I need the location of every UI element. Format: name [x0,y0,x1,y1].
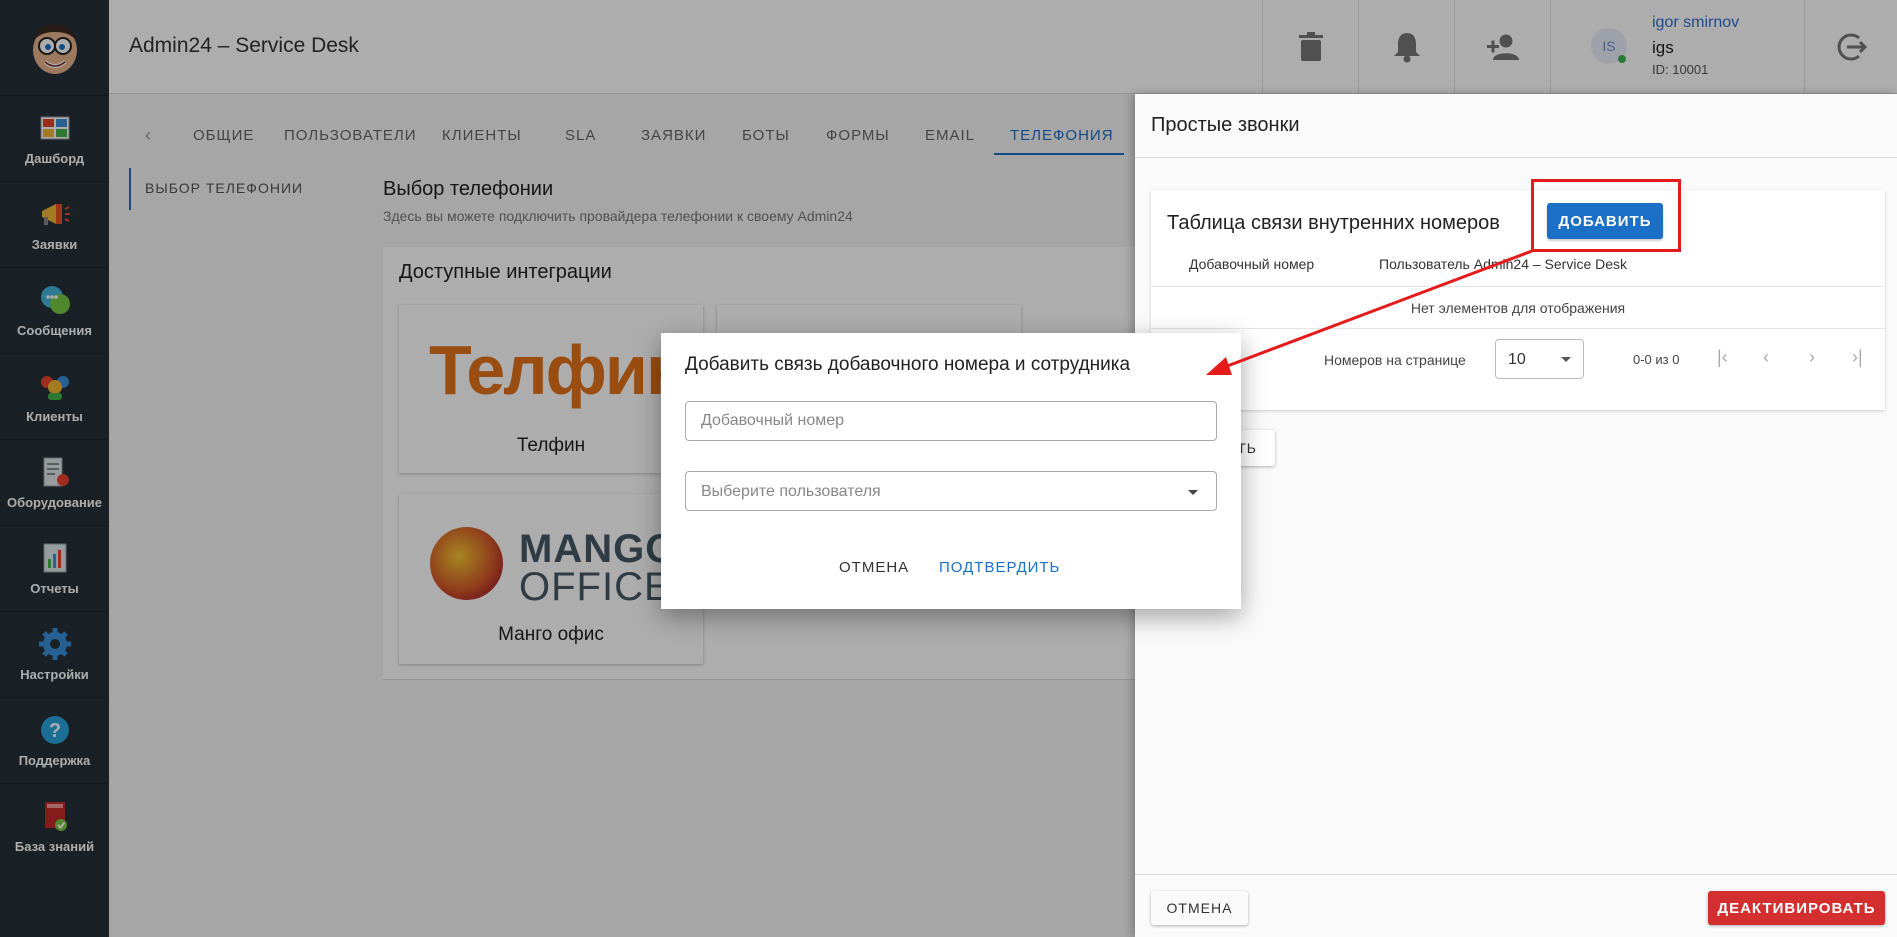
extension-number-input[interactable] [685,401,1217,441]
column-header-extension[interactable]: Добавочный номер [1189,256,1314,272]
user-select[interactable]: Выберите пользователя [685,471,1217,511]
last-page-icon[interactable]: ›| [1852,347,1863,368]
deactivate-button[interactable]: ДЕАКТИВИРОВАТЬ [1708,891,1885,925]
prev-page-icon[interactable]: ‹ [1763,347,1769,368]
chevron-down-icon [1561,357,1571,362]
divider [1151,328,1885,329]
dialog-title: Добавить связь добавочного номера и сотр… [685,354,1131,375]
per-page-select[interactable]: 10 [1495,339,1584,379]
dialog-confirm-button[interactable]: ПОДТВЕРДИТЬ [939,559,1060,576]
column-header-user[interactable]: Пользователь Admin24 – Service Desk [1379,256,1627,272]
table-title: Таблица связи внутренних номеров [1167,212,1500,234]
drawer-cancel-button[interactable]: ОТМЕНА [1151,891,1248,925]
empty-state: Нет элементов для отображения [1410,300,1626,316]
divider [1151,286,1885,287]
chevron-down-icon [1188,490,1198,495]
divider [1135,157,1897,158]
next-page-icon[interactable]: › [1809,347,1815,368]
per-page-label: Номеров на странице [1324,352,1466,368]
annotation-highlight-box [1531,179,1681,252]
simple-calls-drawer: Простые звонки Таблица связи внутренних … [1135,94,1897,937]
extension-mapping-table: Таблица связи внутренних номеров ДОБАВИТ… [1151,190,1885,410]
add-extension-dialog: Добавить связь добавочного номера и сотр… [661,333,1241,609]
divider [1135,874,1897,875]
drawer-title: Простые звонки [1151,114,1300,136]
dialog-cancel-button[interactable]: ОТМЕНА [839,559,909,576]
first-page-icon[interactable]: |‹ [1717,347,1728,368]
pagination-range: 0-0 из 0 [1633,352,1680,367]
